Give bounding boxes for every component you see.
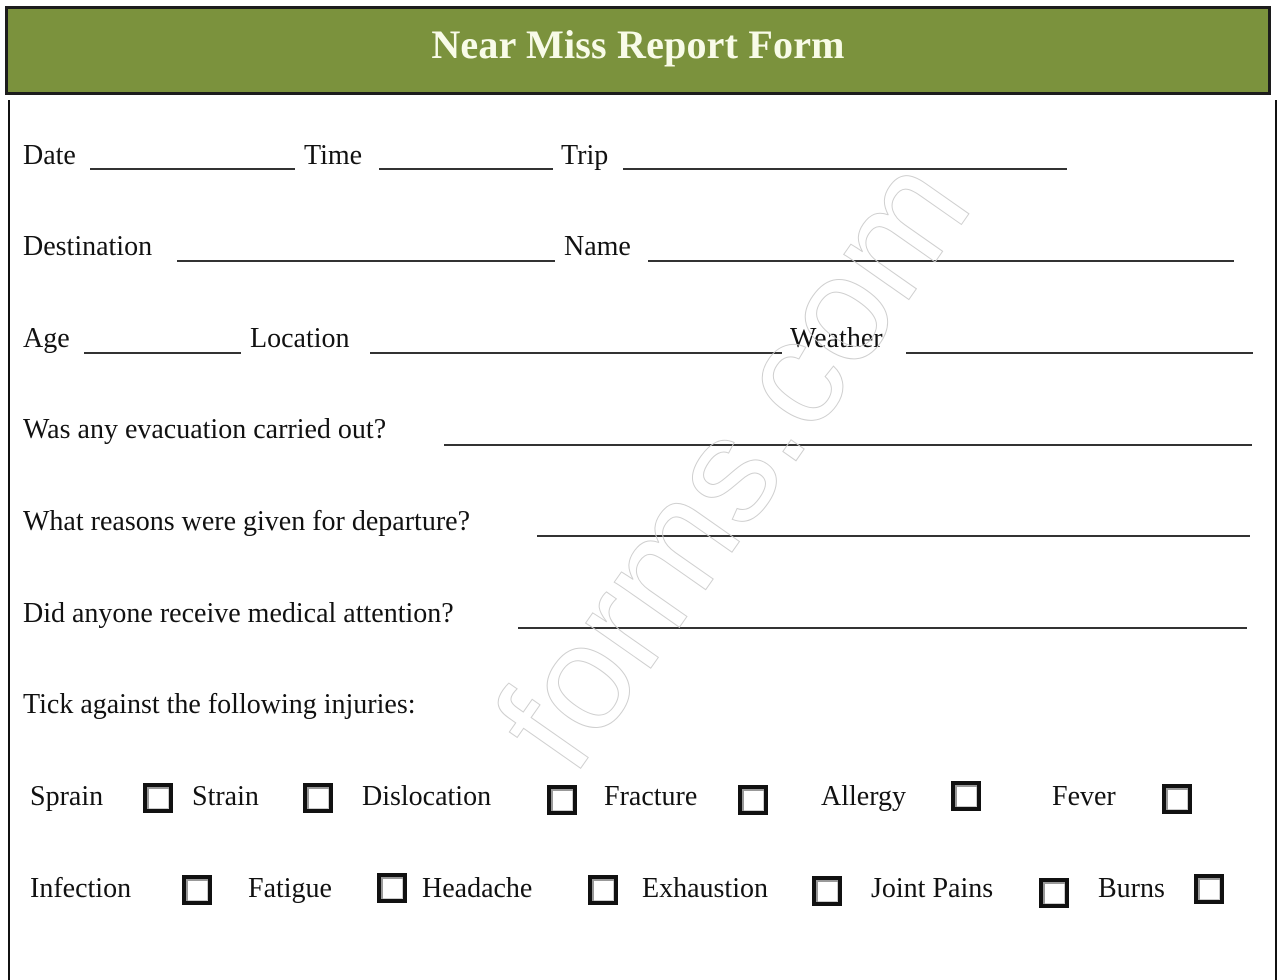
destination-field[interactable]: [177, 260, 555, 262]
location-label: Location: [250, 323, 350, 354]
injury-checkbox-exhaustion[interactable]: [812, 876, 842, 906]
evacuation-label: Was any evacuation carried out?: [23, 414, 387, 445]
injury-label-fever: Fever: [1052, 781, 1116, 812]
form-header: Near Miss Report Form: [5, 6, 1271, 95]
injury-label-strain: Strain: [192, 781, 259, 812]
trip-label: Trip: [561, 140, 609, 171]
departure-label: What reasons were given for departure?: [23, 506, 471, 537]
date-label: Date: [23, 140, 76, 171]
weather-label: Weather: [790, 323, 883, 354]
injury-label-joint-pains: Joint Pains: [871, 873, 994, 904]
age-label: Age: [23, 323, 70, 354]
departure-field[interactable]: [537, 535, 1250, 537]
injury-label-headache: Headache: [422, 873, 533, 904]
injury-checkbox-fever[interactable]: [1162, 784, 1192, 814]
time-label: Time: [304, 140, 363, 171]
location-field[interactable]: [370, 352, 782, 354]
injury-label-fatigue: Fatigue: [248, 873, 332, 904]
injury-checkbox-joint-pains[interactable]: [1039, 878, 1069, 908]
injury-checkbox-burns[interactable]: [1194, 874, 1224, 904]
injury-checkbox-headache[interactable]: [588, 875, 618, 905]
injury-checkbox-fracture[interactable]: [738, 785, 768, 815]
injuries-heading: Tick against the following injuries:: [23, 689, 416, 720]
injury-checkbox-strain[interactable]: [303, 783, 333, 813]
injury-checkbox-sprain[interactable]: [143, 783, 173, 813]
form-body-frame: [8, 100, 1277, 980]
name-field[interactable]: [648, 260, 1234, 262]
injury-label-fracture: Fracture: [604, 781, 698, 812]
trip-field[interactable]: [623, 168, 1067, 170]
injury-checkbox-fatigue[interactable]: [377, 873, 407, 903]
injury-checkbox-allergy[interactable]: [951, 781, 981, 811]
age-field[interactable]: [84, 352, 241, 354]
injury-checkbox-infection[interactable]: [182, 875, 212, 905]
form-title: Near Miss Report Form: [431, 22, 845, 67]
injury-label-dislocation: Dislocation: [362, 781, 492, 812]
destination-label: Destination: [23, 231, 153, 262]
weather-field[interactable]: [906, 352, 1253, 354]
name-label: Name: [564, 231, 631, 262]
injury-label-exhaustion: Exhaustion: [642, 873, 768, 904]
medical-label: Did anyone receive medical attention?: [23, 598, 454, 629]
medical-field[interactable]: [518, 627, 1247, 629]
date-field[interactable]: [90, 168, 295, 170]
injury-label-infection: Infection: [30, 873, 132, 904]
evacuation-field[interactable]: [444, 444, 1252, 446]
injury-checkbox-dislocation[interactable]: [547, 785, 577, 815]
time-field[interactable]: [379, 168, 553, 170]
injury-label-sprain: Sprain: [30, 781, 104, 812]
injury-label-burns: Burns: [1098, 873, 1165, 904]
injury-label-allergy: Allergy: [821, 781, 907, 812]
